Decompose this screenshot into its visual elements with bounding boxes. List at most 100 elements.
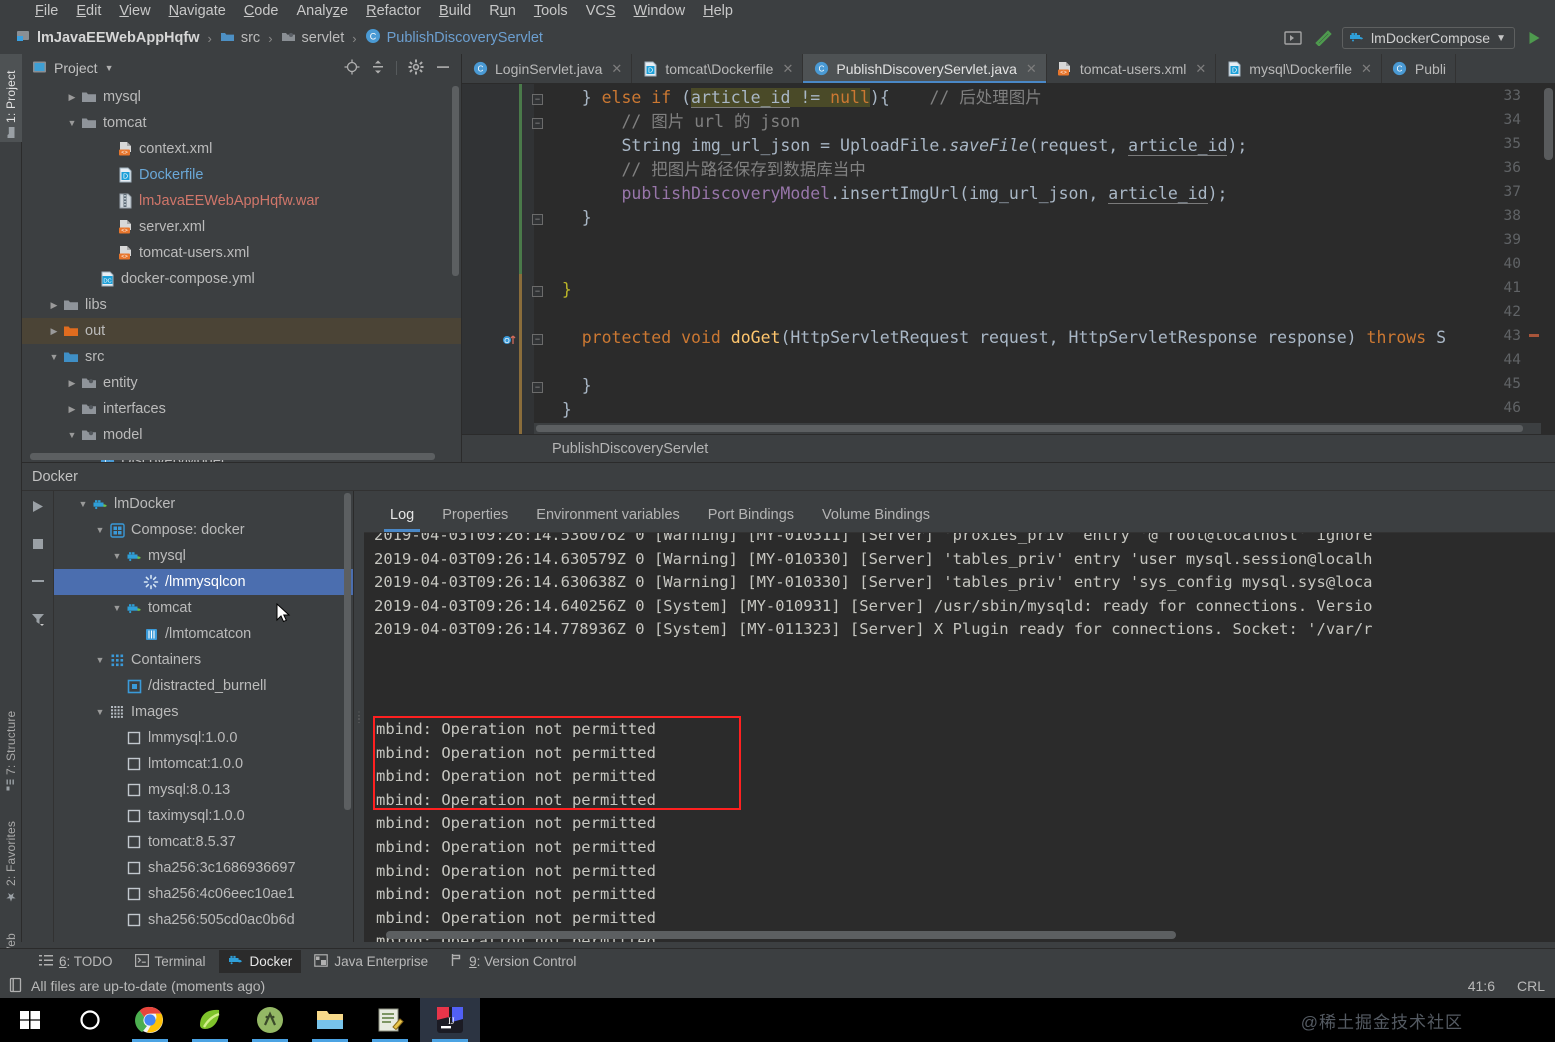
bottom-tool-button[interactable]: 6: TODO <box>30 951 122 973</box>
chevron-down-icon[interactable]: ▼ <box>1496 33 1506 44</box>
docker-tree-row[interactable]: ▶ sha256:3c1686936697 <box>54 855 353 881</box>
menu-item-window[interactable]: Window <box>625 3 695 19</box>
docker-tree[interactable]: ▼ lmDocker ▼ Compose: docker ▼ mysql ▶ /lmmysql… <box>54 491 354 942</box>
project-tree-row[interactable]: ▶ entity <box>22 370 461 396</box>
build-hammer-icon[interactable] <box>1312 28 1334 48</box>
close-icon[interactable]: ✕ <box>782 61 793 77</box>
sidebar-item-favorites[interactable]: ★ 2: Favorites <box>0 804 22 908</box>
chevron-right-icon[interactable]: ▶ <box>109 733 125 744</box>
run-configuration-selector[interactable]: lmDockerCompose ▼ <box>1342 27 1515 49</box>
docker-detail-tab[interactable]: Port Bindings <box>694 507 808 532</box>
docker-log-view[interactable]: 2019-04-03T09:26:14.5360762 0 [Warning] … <box>364 533 1555 942</box>
project-tree-row[interactable]: ▶ lmJavaEEWebAppHqfw.war <box>22 188 461 214</box>
editor-vertical-scrollbar[interactable] <box>1541 84 1555 462</box>
locate-target-icon[interactable] <box>344 59 360 78</box>
docker-tree-row[interactable]: ▼ tomcat <box>54 595 353 621</box>
docker-tree-row[interactable]: ▶ /distracted_burnell <box>54 673 353 699</box>
docker-tree-row[interactable]: ▶ /lmtomcatcon <box>54 621 353 647</box>
editor-gutter[interactable] <box>462 84 534 462</box>
close-icon[interactable]: ✕ <box>1361 61 1372 77</box>
close-icon[interactable]: ✕ <box>1195 61 1206 77</box>
chevron-right-icon[interactable]: ▶ <box>109 759 125 770</box>
chevron-right-icon[interactable]: ▶ <box>126 577 142 588</box>
docker-tree-row[interactable]: ▶ tomcat:8.5.37 <box>54 829 353 855</box>
editor-horizontal-scrollbar[interactable] <box>534 423 1541 434</box>
log-horizontal-scrollbar[interactable] <box>386 931 1176 939</box>
chevron-right-icon[interactable]: ▶ <box>109 889 125 900</box>
caret-position[interactable]: 41:6 <box>1468 978 1495 994</box>
editor-error-marker[interactable] <box>1529 334 1539 337</box>
docker-tree-row[interactable]: ▼ lmDocker <box>54 491 353 517</box>
menu-item-run[interactable]: Run <box>480 3 525 19</box>
chevron-down-icon[interactable]: ▼ <box>64 430 80 440</box>
chevron-down-icon[interactable]: ▼ <box>105 63 114 73</box>
chevron-down-icon[interactable]: ▼ <box>64 118 80 128</box>
menu-item-edit[interactable]: Edit <box>67 3 110 19</box>
docker-detail-tab[interactable]: Volume Bindings <box>808 507 944 532</box>
close-icon[interactable]: ✕ <box>1026 61 1037 77</box>
file-explorer-icon[interactable] <box>300 998 360 1042</box>
gear-icon[interactable] <box>408 59 424 78</box>
line-separator-indicator[interactable]: CRL <box>1517 978 1545 994</box>
docker-tree-row[interactable]: ▼ Compose: docker <box>54 517 353 543</box>
chevron-right-icon[interactable]: ▶ <box>109 811 125 822</box>
chevron-down-icon[interactable]: ▼ <box>109 603 125 613</box>
editor-tab[interactable]: <> tomcat-users.xml ✕ <box>1047 54 1217 83</box>
chevron-right-icon[interactable]: ▶ <box>100 222 116 233</box>
chevron-down-icon[interactable]: ▼ <box>92 707 108 717</box>
project-tree-row[interactable]: ▼ tomcat <box>22 110 461 136</box>
docker-tree-row[interactable]: ▶ sha256:4c06eec10ae1 <box>54 881 353 907</box>
editor-tab[interactable]: C Publi <box>1382 54 1457 83</box>
menu-item-help[interactable]: Help <box>694 3 742 19</box>
collapse-all-icon[interactable] <box>371 59 385 78</box>
windows-start-icon[interactable] <box>0 998 60 1042</box>
docker-tree-row[interactable]: ▶ sha256:505cd0ac0b6d <box>54 907 353 933</box>
stop-square-icon[interactable] <box>31 537 45 556</box>
project-vertical-scrollbar[interactable] <box>452 86 459 276</box>
docker-tree-scrollbar[interactable] <box>344 493 351 810</box>
chevron-down-icon[interactable]: ▼ <box>92 525 108 535</box>
chevron-right-icon[interactable]: ▶ <box>126 629 142 640</box>
chevron-right-icon[interactable]: ▶ <box>82 274 98 285</box>
chevron-right-icon[interactable]: ▶ <box>100 144 116 155</box>
docker-tree-row[interactable]: ▶ lmtomcat:1.0.0 <box>54 751 353 777</box>
sidebar-item-structure[interactable]: 7: Structure <box>0 694 22 794</box>
docker-detail-tab[interactable]: Log <box>376 507 428 532</box>
chevron-right-icon[interactable]: ▶ <box>64 92 80 103</box>
run-triangle-icon[interactable] <box>1523 28 1545 48</box>
docker-tree-row[interactable]: ▶ taximysql:1.0.0 <box>54 803 353 829</box>
sidebar-item-project[interactable]: 1: Project <box>0 54 22 142</box>
chevron-right-icon[interactable]: ▶ <box>100 248 116 259</box>
chevron-down-icon[interactable]: ▼ <box>46 352 62 362</box>
project-horizontal-scrollbar[interactable] <box>30 453 435 460</box>
project-tree-row[interactable]: ▶ mysql <box>22 84 461 110</box>
menu-item-tools[interactable]: Tools <box>525 3 577 19</box>
chevron-right-icon[interactable]: ▶ <box>64 378 80 389</box>
chevron-right-icon[interactable]: ▶ <box>46 326 62 337</box>
chevron-right-icon[interactable]: ▶ <box>109 837 125 848</box>
editor-tab[interactable]: Dtomcat\Dockerfile ✕ <box>632 54 804 83</box>
hide-minus-icon[interactable] <box>435 59 451 78</box>
chrome-icon[interactable] <box>120 998 180 1042</box>
project-tree-row[interactable]: ▶ interfaces <box>22 396 461 422</box>
chevron-down-icon[interactable]: ▼ <box>75 499 91 509</box>
chevron-right-icon[interactable]: ▶ <box>100 196 116 207</box>
notepad-editor-icon[interactable] <box>360 998 420 1042</box>
project-tree-row[interactable]: ▼ src <box>22 344 461 370</box>
project-tree-row[interactable]: ▶ out <box>22 318 461 344</box>
chevron-right-icon[interactable]: ▶ <box>109 785 125 796</box>
docker-tree-row[interactable]: ▶ lmmysql:1.0.0 <box>54 725 353 751</box>
breadcrumb-servlet[interactable]: servlet <box>281 30 344 47</box>
project-tree-row[interactable]: ▶ D Dockerfile <box>22 162 461 188</box>
scrollbar-thumb[interactable] <box>1544 88 1553 160</box>
minus-icon[interactable] <box>31 574 45 593</box>
docker-detail-tab[interactable]: Environment variables <box>522 507 693 532</box>
menu-item-view[interactable]: View <box>110 3 159 19</box>
intellij-idea-icon[interactable]: IJ <box>420 998 480 1042</box>
docker-tree-row[interactable]: ▼ Containers <box>54 647 353 673</box>
menu-item-vcs[interactable]: VCS <box>577 3 625 19</box>
chevron-right-icon[interactable]: ▶ <box>64 404 80 415</box>
cortana-search-icon[interactable] <box>60 998 120 1042</box>
bottom-tool-button[interactable]: Java Enterprise <box>305 951 437 973</box>
chevron-right-icon[interactable]: ▶ <box>109 915 125 926</box>
